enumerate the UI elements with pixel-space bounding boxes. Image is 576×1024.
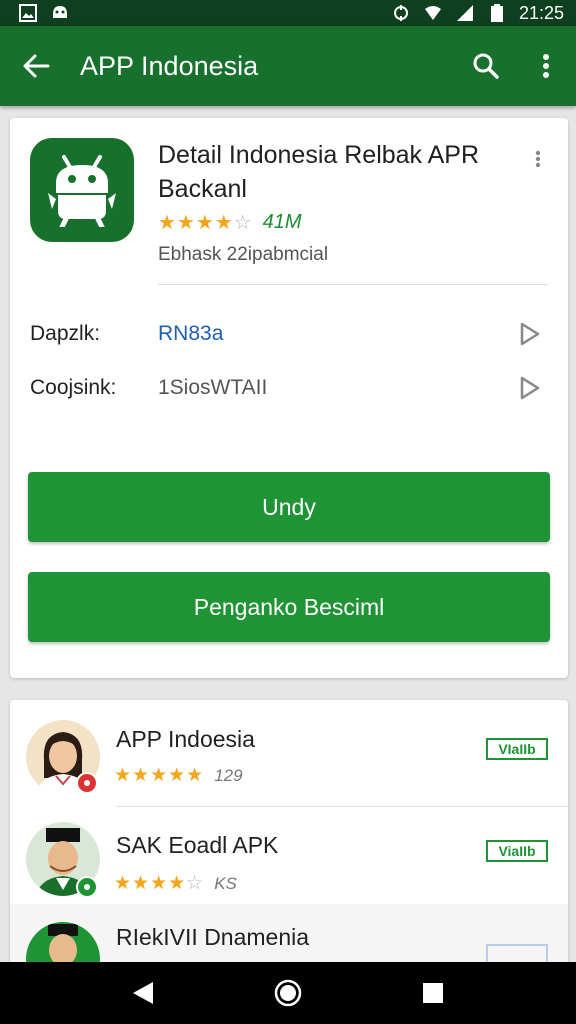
wifi-icon [423,3,443,23]
back-button[interactable] [0,26,72,106]
status-time: 21:25 [518,2,564,23]
triangle-back-icon [132,982,153,1004]
info-value: 1SiosWTAII [158,376,268,399]
nav-back-button[interactable] [113,963,173,1023]
row-arrow-button[interactable] [510,314,550,354]
signal-icon [455,3,475,23]
avatar-badge [76,876,98,898]
primary-action-button[interactable]: Undy [28,472,550,542]
info-value-link[interactable]: RN83a [158,322,510,346]
sync-icon [391,3,411,23]
android-app-icon [30,138,134,242]
list-item-badge[interactable]: VIaIIb [486,738,548,760]
app-detail-title: Detail Indonesia Relbak APR Backanl [158,141,480,203]
badge-icon [84,780,90,786]
play-outline-icon [520,376,540,400]
list-item[interactable]: SAK Eoadl APK ★★★★☆ KS ViaIIb [10,808,568,912]
nav-recents-button[interactable] [403,963,463,1023]
info-label: Dapzlk: [30,322,101,345]
gallery-notification-icon [18,3,38,23]
app-rating: ★★★★☆ 41M [158,210,302,235]
divider [116,806,568,807]
list-item-badge[interactable]: ViaIIb [486,840,548,862]
status-bar: 21:25 [0,0,576,26]
related-apps-list: APP Indoesia ★★★★★ 129 VIaIIb SAK Eoadl … [10,700,568,970]
list-item-name: RIekIVII Dnamenia [116,924,310,950]
square-recents-icon [423,983,444,1003]
avatar-badge [76,772,98,794]
list-item[interactable]: RIekIVII Dnamenia [10,904,568,970]
star-rating: ★★★★☆ [114,873,205,894]
search-button[interactable] [456,26,516,106]
list-item-name: SAK Eoadl APK [116,832,279,858]
list-item-rating: ★★★★★ 129 [114,764,243,787]
play-outline-icon [520,322,540,346]
row-arrow-button[interactable] [510,368,550,408]
battery-icon [487,3,507,23]
list-item-count: 129 [214,765,243,785]
star-rating: ★★★★☆ [158,212,253,234]
circle-home-icon [274,979,302,1007]
list-item-rating: ★★★★☆ KS [114,872,237,895]
detail-more-button[interactable] [528,144,548,174]
info-row[interactable]: Coojsink: 1SiosWTAII [30,368,550,408]
app-subtitle: Ebhask 22ipabmcial [158,244,329,265]
android-robot-icon [48,155,116,227]
list-item-name: APP Indoesia [116,726,255,752]
more-vert-icon [535,150,541,168]
list-item-count: KS [214,873,237,893]
search-icon [473,53,499,79]
star-rating: ★★★★★ [114,765,205,786]
app-detail-card: Detail Indonesia Relbak APR Backanl ★★★★… [10,118,568,678]
system-nav-bar [0,962,576,1024]
app-bar-title: APP Indonesia [80,50,259,81]
arrow-back-icon [23,54,50,78]
badge-icon [84,884,90,890]
info-label: Coojsink: [30,376,117,399]
rating-count: 41M [262,211,302,233]
more-vert-icon [543,54,549,78]
divider [158,284,548,285]
info-row[interactable]: Dapzlk: RN83a [30,314,550,354]
list-item[interactable]: APP Indoesia ★★★★★ 129 VIaIIb [10,700,568,804]
app-bar: APP Indonesia [0,26,576,106]
nav-home-button[interactable] [258,963,318,1023]
app-notification-icon [50,3,70,23]
secondary-action-button[interactable]: Penganko Besciml [28,572,550,642]
overflow-menu-button[interactable] [516,26,576,106]
